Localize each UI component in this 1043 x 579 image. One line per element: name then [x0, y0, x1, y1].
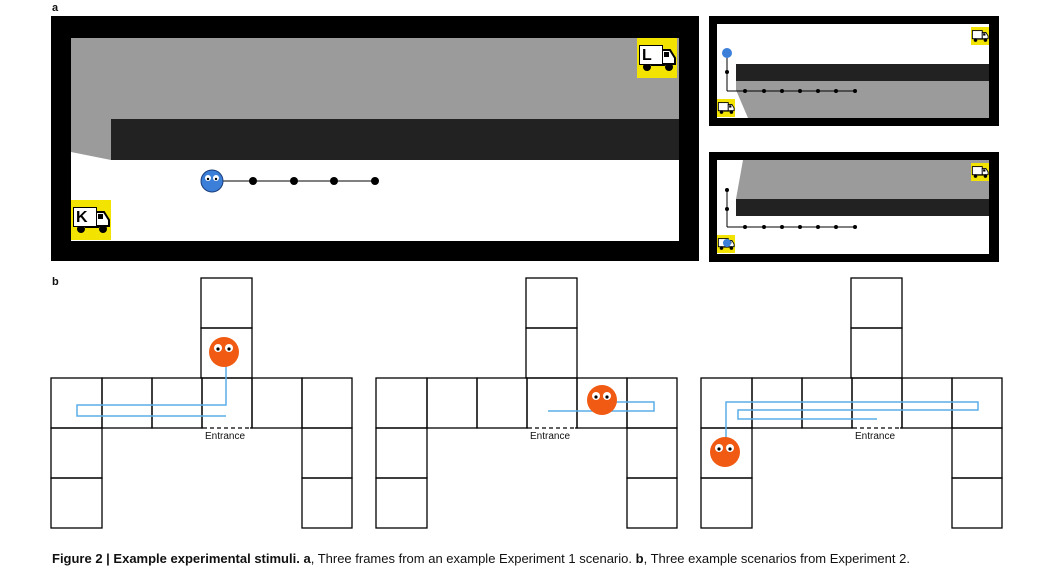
entrance-label: Entrance — [855, 431, 895, 442]
agent-icon — [710, 437, 740, 467]
exp2-map-2 — [375, 277, 678, 529]
exp1-small-frame-top — [709, 16, 999, 126]
agent-icon — [723, 239, 731, 247]
truck-l-letter: L — [642, 47, 652, 64]
entrance-label: Entrance — [530, 431, 570, 442]
caption-part-b-label: b — [635, 551, 644, 566]
caption-figure-label: Figure 2 | Example experimental stimuli. — [52, 551, 300, 566]
agent-icon — [209, 337, 239, 367]
truck-icon — [716, 98, 736, 118]
figure-caption: Figure 2 | Example experimental stimuli.… — [52, 551, 910, 566]
truck-icon — [970, 162, 990, 182]
exp2-map-3 — [700, 277, 1003, 529]
caption-part-a-text: , Three frames from an example Experimen… — [310, 551, 632, 566]
exp1-main-frame: K L — [51, 16, 699, 261]
caption-part-a-label: a — [303, 551, 311, 566]
caption-part-b-text: , Three example scenarios from Experimen… — [643, 551, 910, 566]
agent-icon — [200, 169, 224, 193]
entrance-label: Entrance — [205, 431, 245, 442]
agent-icon — [587, 385, 617, 415]
agent-icon — [722, 48, 732, 58]
truck-k-letter: K — [76, 209, 88, 226]
figure-canvas: K L Entrance Entrance Entrance — [50, 16, 1003, 529]
truck-icon — [970, 26, 990, 46]
exp2-map-1 — [50, 277, 353, 529]
exp1-small-frame-bottom — [709, 152, 999, 262]
